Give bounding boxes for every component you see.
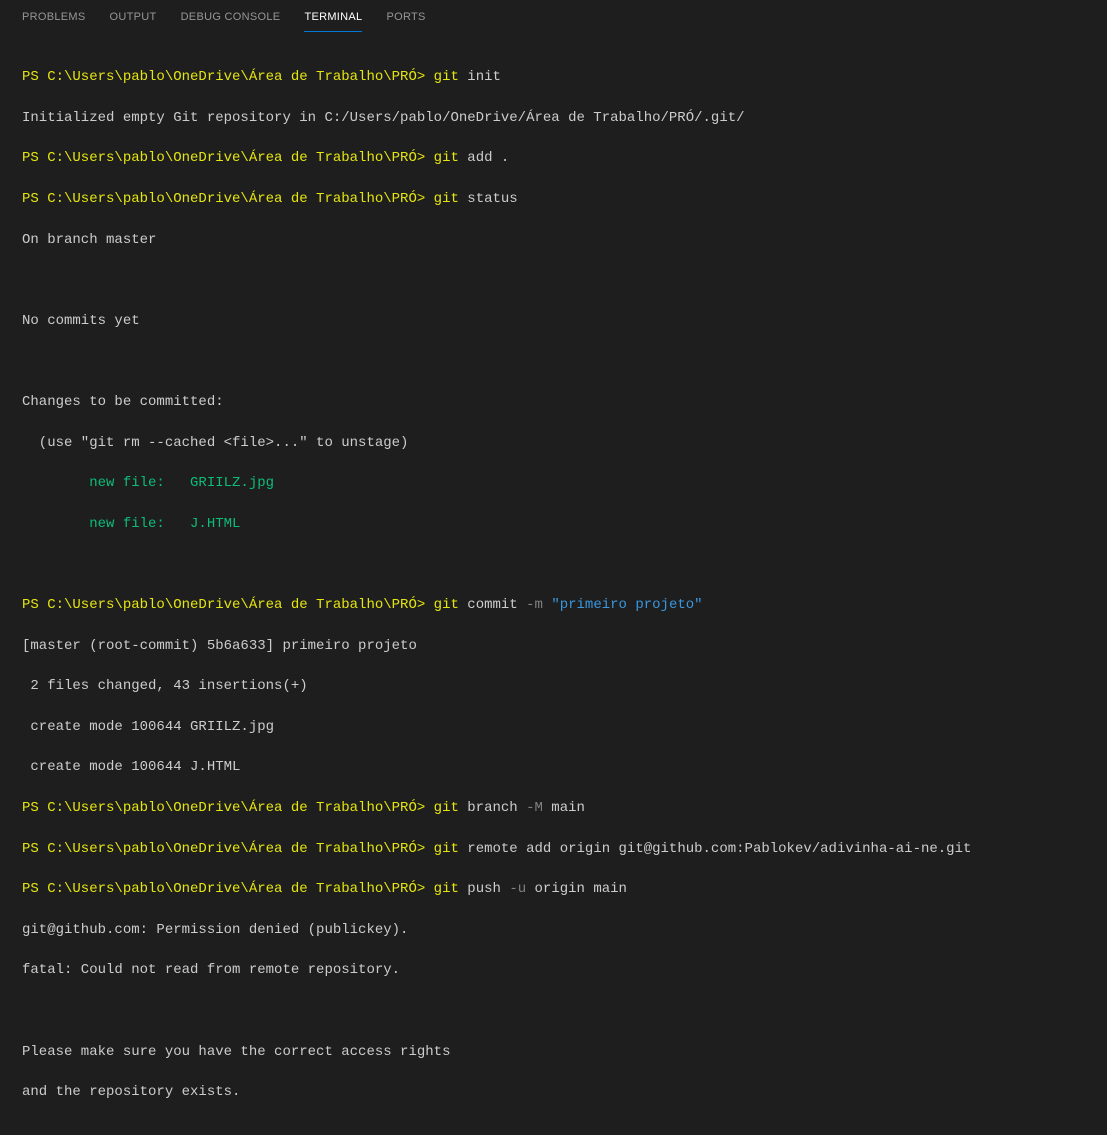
cmd-arg: remote add origin git@github.com:Pabloke… <box>459 841 971 857</box>
cmd-flag: -M <box>526 800 543 816</box>
output-line: [master (root-commit) 5b6a633] primeiro … <box>22 636 1085 656</box>
tab-ports[interactable]: PORTS <box>374 3 437 31</box>
tab-problems[interactable]: PROBLEMS <box>10 3 98 31</box>
output-line: Please make sure you have the correct ac… <box>22 1042 1085 1062</box>
empty-line <box>22 1001 1085 1021</box>
prompt: PS C:\Users\pablo\OneDrive\Área de Traba… <box>22 150 425 166</box>
cmd-arg: branch <box>459 800 526 816</box>
cmd-git: git <box>434 881 459 897</box>
output-line: Changes to be committed: <box>22 392 1085 412</box>
terminal-output[interactable]: PS C:\Users\pablo\OneDrive\Área de Traba… <box>0 35 1107 1135</box>
tab-terminal[interactable]: TERMINAL <box>292 3 374 31</box>
cmd-git: git <box>434 841 459 857</box>
cmd-flag: -m <box>526 597 543 613</box>
empty-line <box>22 270 1085 290</box>
prompt: PS C:\Users\pablo\OneDrive\Área de Traba… <box>22 191 425 207</box>
output-error-line: git@github.com: Permission denied (publi… <box>22 920 1085 940</box>
panel-tabs: PROBLEMS OUTPUT DEBUG CONSOLE TERMINAL P… <box>0 0 1107 35</box>
output-line: 2 files changed, 43 insertions(+) <box>22 676 1085 696</box>
output-error-line: fatal: Could not read from remote reposi… <box>22 960 1085 980</box>
output-line: (use "git rm --cached <file>..." to unst… <box>22 433 1085 453</box>
empty-line <box>22 554 1085 574</box>
output-line-new-file: new file: GRIILZ.jpg <box>22 473 1085 493</box>
prompt: PS C:\Users\pablo\OneDrive\Área de Traba… <box>22 881 425 897</box>
output-line: Initialized empty Git repository in C:/U… <box>22 108 1085 128</box>
cmd-arg: init <box>459 69 501 85</box>
prompt: PS C:\Users\pablo\OneDrive\Área de Traba… <box>22 841 425 857</box>
cmd-arg: push <box>459 881 509 897</box>
cmd-git: git <box>425 800 459 816</box>
cmd-arg: add . <box>459 150 509 166</box>
output-line: No commits yet <box>22 311 1085 331</box>
cmd-git: git <box>434 150 459 166</box>
output-line: On branch master <box>22 230 1085 250</box>
cmd-arg: main <box>543 800 585 816</box>
cmd-git: git <box>434 69 459 85</box>
output-line: create mode 100644 GRIILZ.jpg <box>22 717 1085 737</box>
cmd-git: git <box>434 597 459 613</box>
cmd-string: "primeiro projeto" <box>543 597 703 613</box>
cmd-arg: status <box>459 191 518 207</box>
cmd-arg: commit <box>459 597 526 613</box>
prompt: PS C:\Users\pablo\OneDrive\Área de Traba… <box>22 69 425 85</box>
prompt: PS C:\Users\pablo\OneDrive\Área de Traba… <box>22 800 425 816</box>
tab-debug-console[interactable]: DEBUG CONSOLE <box>169 3 293 31</box>
output-line: and the repository exists. <box>22 1082 1085 1102</box>
output-line: create mode 100644 J.HTML <box>22 757 1085 777</box>
prompt: PS C:\Users\pablo\OneDrive\Área de Traba… <box>22 597 425 613</box>
cmd-git: git <box>434 191 459 207</box>
output-line-new-file: new file: J.HTML <box>22 514 1085 534</box>
tab-output[interactable]: OUTPUT <box>98 3 169 31</box>
empty-line <box>22 351 1085 371</box>
cmd-arg: origin main <box>526 881 627 897</box>
cmd-flag: -u <box>509 881 526 897</box>
